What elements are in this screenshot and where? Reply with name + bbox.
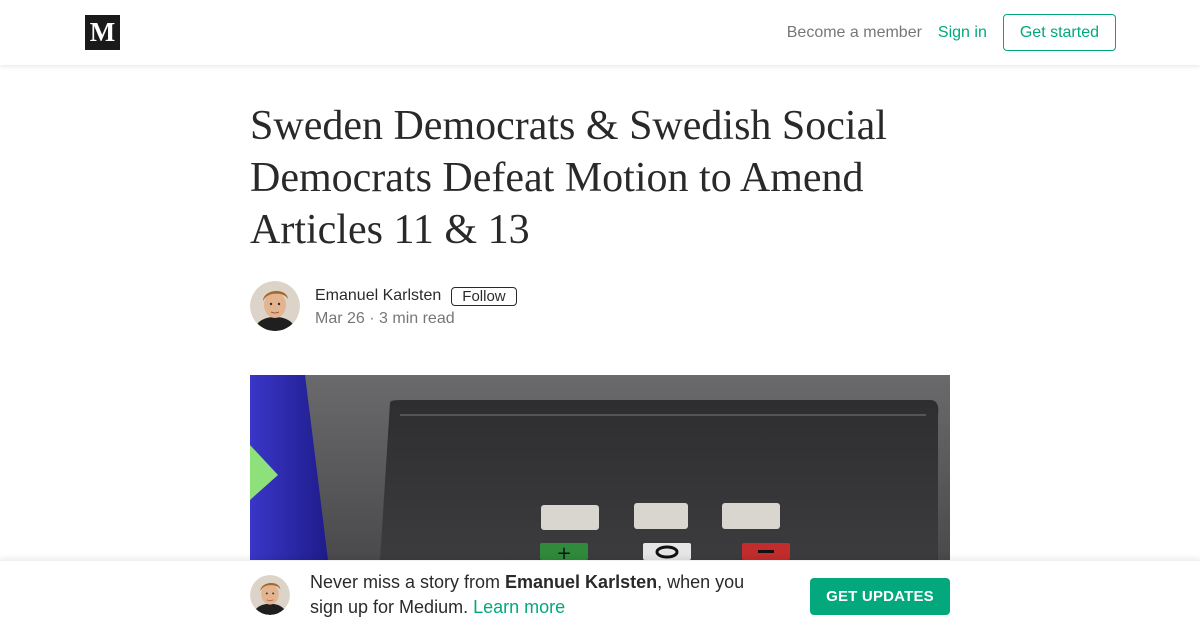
author-name-link[interactable]: Emanuel Karlsten <box>315 287 441 305</box>
updates-author-name: Emanuel Karlsten <box>505 572 658 592</box>
svg-text:+: + <box>556 543 571 560</box>
medium-logo-icon[interactable]: M <box>85 15 120 50</box>
get-started-button[interactable]: Get started <box>1002 14 1116 51</box>
author-avatar[interactable] <box>250 281 300 331</box>
updates-prefix: Never miss a story from <box>310 572 506 592</box>
post-meta: Mar 26 · 3 min read <box>315 310 517 328</box>
author-meta: Emanuel Karlsten Follow Mar 26 · 3 min r… <box>315 284 517 328</box>
sign-in-link[interactable]: Sign in <box>938 24 987 42</box>
get-updates-button[interactable]: GET UPDATES <box>810 578 950 615</box>
author-row: Emanuel Karlsten Follow <box>315 284 517 308</box>
read-time: 3 min read <box>379 310 455 327</box>
learn-more-link[interactable]: Learn more <box>473 597 565 617</box>
updates-message: Never miss a story from Emanuel Karlsten… <box>310 570 780 620</box>
post-date: Mar 26 <box>315 310 365 327</box>
meta-separator: · <box>369 310 375 327</box>
hero-image: + <box>250 375 950 560</box>
top-nav-actions: Become a member Sign in Get started <box>787 14 1116 51</box>
footer-author-avatar <box>250 575 290 615</box>
follow-button[interactable]: Follow <box>451 286 517 306</box>
author-byline: Emanuel Karlsten Follow Mar 26 · 3 min r… <box>250 281 517 331</box>
article-header: Sweden Democrats & Swedish Social Democr… <box>250 100 950 256</box>
article-title: Sweden Democrats & Swedish Social Democr… <box>250 103 887 253</box>
become-member-link[interactable]: Become a member <box>787 24 922 42</box>
get-updates-bar: Never miss a story from Emanuel Karlsten… <box>0 560 1200 631</box>
top-navbar: M Become a member Sign in Get started <box>0 0 1200 65</box>
